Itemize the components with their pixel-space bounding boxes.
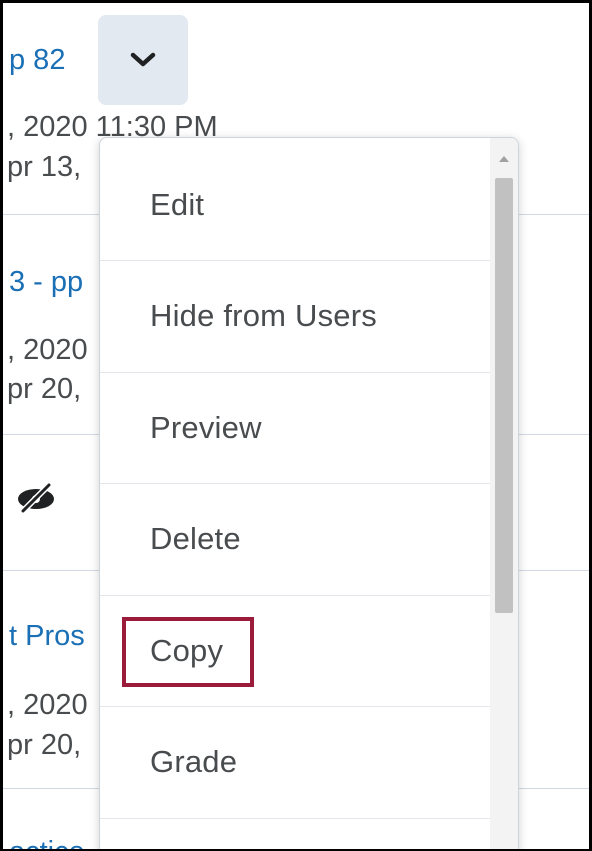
item-title-link[interactable]: t Pros: [9, 619, 85, 653]
item-end-date: pr 20,: [7, 373, 82, 405]
item-due-date: , 2020: [7, 334, 88, 366]
item-title-link[interactable]: actice: [9, 835, 85, 849]
actions-dropdown-button[interactable]: [98, 15, 188, 105]
menu-item-hide-from-users[interactable]: Hide from Users: [100, 261, 490, 371]
menu-item-label: Grade: [150, 744, 238, 779]
copy-highlight-annotation: [122, 617, 254, 687]
item-end-date: pr 20,: [7, 729, 82, 761]
scrollbar-thumb[interactable]: [495, 178, 513, 613]
item-end-date: pr 13,: [7, 151, 82, 183]
menu-item-label: Edit: [150, 187, 205, 222]
menu-item-edit[interactable]: Edit: [100, 150, 490, 260]
menu-item-label: Delete: [150, 521, 241, 556]
item-due-date: , 2020: [7, 689, 88, 721]
screenshot-frame: p 82 , 2020 11:30 PM pr 13, 3 - pp , 202…: [0, 0, 592, 851]
menu-item-label: Preview: [150, 410, 262, 445]
menu-item-grade[interactable]: Grade: [100, 707, 490, 817]
menu-item-preview[interactable]: Preview: [100, 373, 490, 483]
item-title-link[interactable]: 3 - pp: [9, 265, 83, 299]
actions-context-menu: Edit Hide from Users Preview Delete Copy…: [99, 137, 519, 849]
menu-scrollbar[interactable]: [490, 138, 518, 849]
eye-slash-icon: [18, 482, 54, 514]
scroll-up-arrow-icon[interactable]: [499, 156, 509, 162]
menu-divider: [100, 818, 490, 819]
chevron-down-icon: [130, 52, 156, 67]
menu-item-delete[interactable]: Delete: [100, 484, 490, 594]
item-title-link[interactable]: p 82: [9, 43, 65, 77]
menu-item-label: Hide from Users: [150, 298, 377, 333]
